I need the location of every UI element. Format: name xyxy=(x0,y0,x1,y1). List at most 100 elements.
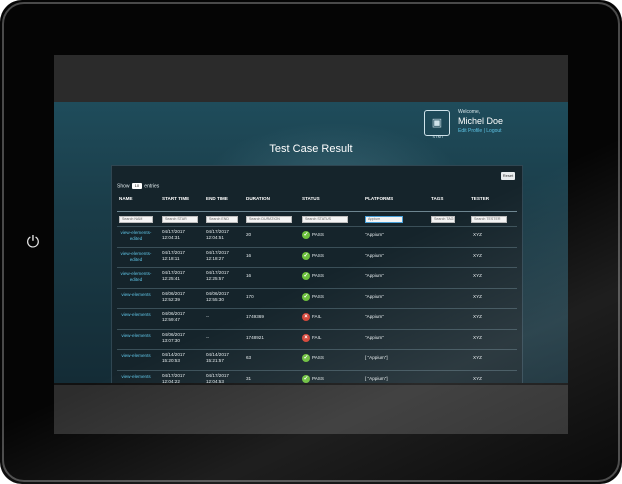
profile-logout-links[interactable]: Edit Profile | Logout xyxy=(458,128,502,134)
column-header-end-time[interactable]: END TIME xyxy=(206,196,242,202)
status-badge: PASS xyxy=(312,355,324,360)
start-time: 12:59:47 xyxy=(162,317,180,322)
show-label: Show xyxy=(117,183,130,190)
platform-value: [ "Appium"] xyxy=(365,355,388,360)
screen-bottom-bar xyxy=(54,383,568,434)
check-circle-icon: ✓ xyxy=(302,292,310,301)
column-header-status[interactable]: STATUS xyxy=(302,196,352,202)
start-time: 12:52:39 xyxy=(162,296,180,302)
column-header-start-time[interactable]: START TIME xyxy=(162,196,202,202)
x-circle-icon: × xyxy=(302,333,310,342)
test-name-link[interactable]: view-elements xyxy=(117,312,155,318)
end-time: 12:55:30 xyxy=(206,296,224,302)
filter-input-status[interactable]: Search STATUS xyxy=(302,216,348,223)
filter-input-tags[interactable]: Search TAGS xyxy=(431,216,455,223)
test-name-link[interactable]: view-elements-edited xyxy=(117,271,155,283)
status-badge: PASS xyxy=(312,273,324,278)
entries-label: entries xyxy=(144,183,160,190)
status-badge: FAIL xyxy=(312,314,322,319)
duration-value: 31 xyxy=(246,375,252,381)
column-header-tags[interactable]: TAGS xyxy=(431,196,459,202)
test-name-link[interactable]: view-elements xyxy=(117,292,155,298)
row-divider xyxy=(117,349,517,350)
row-divider xyxy=(117,308,517,309)
filter-input-duration[interactable]: Search DURATION xyxy=(246,216,292,223)
screen-top-bar xyxy=(54,55,568,102)
tester-value: XYZ xyxy=(473,273,482,278)
filter-input-start-time[interactable]: Search STAR xyxy=(162,216,198,223)
platform-value: "Appium" xyxy=(365,252,384,258)
start-time: 12:25:41 xyxy=(162,276,180,281)
test-name-link[interactable]: view-elements xyxy=(117,333,155,339)
entries-select[interactable]: 10 xyxy=(131,183,142,189)
start-time: 12:18:11 xyxy=(162,255,180,261)
tester-value: XYZ xyxy=(473,334,482,340)
status-badge: PASS xyxy=(312,232,324,237)
test-case-app: ▣ STMT Welcome, Michel Doe Edit Profile … xyxy=(54,102,568,383)
row-divider xyxy=(117,226,517,227)
filter-input-platforms[interactable]: Appium xyxy=(365,216,403,223)
end-time: 12:18:27 xyxy=(206,255,224,261)
duration-value: 1749369 xyxy=(246,314,264,319)
check-circle-icon: ✓ xyxy=(302,272,310,280)
duration-value: 16 xyxy=(246,273,252,278)
duration-value: 1748921 xyxy=(246,334,264,340)
duration-value: 20 xyxy=(246,232,252,237)
column-header-name[interactable]: NAME xyxy=(119,196,157,202)
status-badge: PASS xyxy=(312,293,324,299)
tablet-device: ⏻ ▣ STMT Welcome, Michel Doe Edit Profil… xyxy=(0,0,622,484)
table-row[interactable]: view-elements 04/17/2017 12:04:22 04/17/201… xyxy=(112,369,522,383)
logo-caption: STMT xyxy=(432,134,444,139)
row-divider xyxy=(117,246,517,248)
column-header-duration[interactable]: DURATION xyxy=(246,196,296,202)
tester-value: XYZ xyxy=(473,375,482,381)
test-name-link[interactable]: view-elements xyxy=(117,353,155,359)
show-entries-control: Show 10 entries xyxy=(117,183,159,189)
duration-value: 63 xyxy=(246,355,252,360)
platform-value: "Appium" xyxy=(365,314,384,319)
start-time: 13:07:30 xyxy=(162,337,180,343)
tester-value: XYZ xyxy=(473,293,482,299)
platform-value: [ "Appium"] xyxy=(365,375,388,381)
check-circle-icon: ✓ xyxy=(302,374,310,383)
page-title: Test Case Result xyxy=(269,143,353,155)
end-time: 15:21:57 xyxy=(206,358,224,363)
row-divider xyxy=(117,369,517,371)
reset-button[interactable]: Reset xyxy=(501,172,515,180)
results-table-panel: Reset Show 10 entries NAME START TIME END … xyxy=(111,165,523,383)
status-badge: FAIL xyxy=(312,334,322,340)
status-badge: PASS xyxy=(312,252,324,258)
status-badge: PASS xyxy=(312,375,324,381)
tester-value: XYZ xyxy=(473,252,482,258)
row-divider xyxy=(117,328,517,330)
column-header-platforms[interactable]: PLATFORMS xyxy=(365,196,407,202)
platform-value: "Appium" xyxy=(365,273,384,278)
filter-input-name[interactable]: Search NAM xyxy=(119,216,153,223)
tester-value: XYZ xyxy=(473,232,482,237)
tester-value: XYZ xyxy=(473,355,482,360)
row-divider xyxy=(117,287,517,289)
test-name-link[interactable]: view-elements xyxy=(117,374,155,380)
filter-input-tester[interactable]: Search TESTER xyxy=(471,216,507,223)
platform-value: "Appium" xyxy=(365,334,384,340)
check-circle-icon: ✓ xyxy=(302,231,310,239)
power-icon[interactable]: ⏻ xyxy=(24,234,42,252)
start-time: 15:20:53 xyxy=(162,358,180,363)
test-name-link[interactable]: view-elements-edited xyxy=(117,230,155,242)
duration-value: 170 xyxy=(246,293,254,299)
check-circle-icon: ✓ xyxy=(302,354,310,362)
platform-value: "Appium" xyxy=(365,232,384,237)
monitor-logo-icon[interactable]: ▣ xyxy=(424,110,450,136)
column-header-tester[interactable]: TESTER xyxy=(471,196,511,202)
duration-value: 16 xyxy=(246,252,252,258)
x-circle-icon: × xyxy=(302,313,310,321)
filter-input-end-time[interactable]: Search END xyxy=(206,216,238,223)
test-name-link[interactable]: view-elements-edited xyxy=(117,251,155,263)
start-time: 12:04:31 xyxy=(162,235,180,240)
tablet-screen: ▣ STMT Welcome, Michel Doe Edit Profile … xyxy=(54,55,568,434)
end-time: -- xyxy=(206,314,210,319)
welcome-text: Welcome, xyxy=(458,109,481,115)
tester-value: XYZ xyxy=(473,314,482,319)
end-time: 12:04:51 xyxy=(206,235,224,240)
check-circle-icon: ✓ xyxy=(302,251,310,260)
